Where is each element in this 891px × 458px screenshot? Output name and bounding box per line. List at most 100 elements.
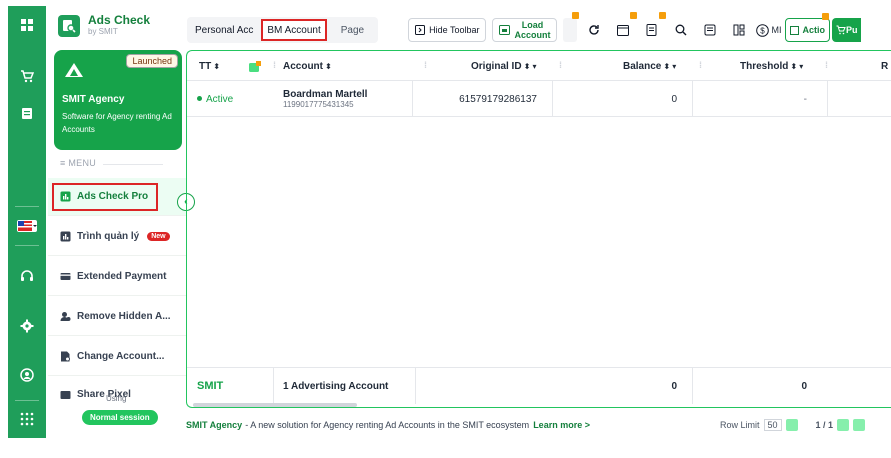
column-grip-icon[interactable]: ⁞ (559, 60, 565, 72)
cell-divider (273, 368, 274, 404)
notes-icon (704, 24, 716, 36)
cell-divider (827, 81, 828, 117)
accounts-table: TT ⬍ ⁞ Account ⬍ ⁞ Original ID ⬍ ▾ ⁞ Balanc… (186, 50, 891, 408)
table-summary-row: SMIT 1 Advertising Account 0 0 (187, 367, 891, 404)
lock-icon (630, 12, 638, 19)
column-header-tt[interactable]: TT ⬍ (199, 51, 220, 81)
row-limit-label: Row Limit (720, 420, 760, 430)
calendar-button[interactable] (611, 12, 638, 42)
launched-badge: Launched (126, 54, 178, 68)
menu-item-label: Trình quản lý (77, 231, 140, 242)
refresh-button[interactable] (582, 18, 606, 42)
locked-slot (563, 12, 580, 42)
menu-item-label: Change Account... (77, 351, 165, 362)
menu-item-extended-payment[interactable]: Extended Payment (48, 258, 186, 296)
advertising-account-count: 1 Advertising Account (283, 380, 389, 392)
svg-text:$: $ (761, 26, 766, 35)
load-account-icon (499, 25, 511, 35)
smit-logo-icon (65, 63, 83, 77)
column-header-original-id[interactable]: Original ID ⬍ ▾ (471, 51, 537, 81)
refresh-icon (589, 25, 600, 35)
status-active: Active (197, 94, 233, 105)
learn-more-link[interactable]: Learn more > (533, 420, 590, 430)
table-header: TT ⬍ ⁞ Account ⬍ ⁞ Original ID ⬍ ▾ ⁞ Balanc… (187, 51, 891, 81)
column-grip-icon[interactable]: ⁞ (699, 60, 705, 72)
column-grip-icon[interactable]: ⁞ (825, 60, 831, 72)
clipboard-icon[interactable] (8, 94, 46, 131)
prev-page-button[interactable] (837, 419, 850, 431)
currency-button[interactable]: $ MI (756, 18, 781, 42)
flag-us-icon[interactable] (8, 207, 46, 244)
apps-grid-icon[interactable] (8, 401, 46, 438)
icon-rail (8, 6, 46, 438)
selection-highlight (52, 183, 158, 211)
headset-icon[interactable] (8, 258, 46, 295)
brand-title: Ads Check (88, 13, 151, 27)
settings-gear-icon[interactable] (8, 307, 46, 344)
load-account-label-line2: Account (514, 30, 551, 40)
menu-item-remove-hidden[interactable]: Remove Hidden A... (48, 298, 186, 336)
hide-toolbar-button[interactable]: Hide Toolbar (408, 18, 487, 42)
session-using-label: Using (106, 394, 127, 403)
load-account-label-line1: Load (521, 20, 544, 30)
layout-icon (733, 24, 745, 36)
threshold-value: - (803, 93, 807, 105)
menu-item-label: Extended Payment (77, 271, 167, 282)
top-toolbar: Personal Acc BM Account Page Hide Toolba… (186, 12, 891, 46)
cart-icon[interactable] (8, 57, 46, 94)
filter-icon[interactable] (249, 51, 261, 81)
credit-card-icon (60, 273, 71, 280)
row-limit-toggle[interactable] (785, 419, 798, 431)
user-profile-icon[interactable] (8, 356, 46, 393)
cell-divider (692, 81, 693, 117)
cell-divider (692, 368, 693, 404)
column-grip-icon[interactable]: ⁞ (273, 60, 279, 72)
column-grip-icon[interactable]: ⁞ (424, 60, 430, 72)
tab-bm-account[interactable]: BM Account (261, 19, 327, 41)
column-header-threshold[interactable]: Threshold ⬍ ▾ (740, 51, 803, 81)
publish-button[interactable]: Pu (831, 18, 862, 42)
next-page-button[interactable] (853, 419, 866, 431)
lock-icon (659, 12, 667, 19)
publish-label: Pu (845, 25, 858, 35)
column-header-r[interactable]: R (881, 51, 888, 81)
smit-agency-card[interactable]: Launched SMIT Agency Software for Agency… (54, 50, 182, 150)
calendar-icon (617, 25, 630, 36)
tab-page[interactable]: Page (327, 19, 378, 41)
dashboard-icon[interactable] (8, 6, 46, 43)
table-row[interactable]: Active Boardman Martell 1199017775431345… (187, 81, 891, 117)
account-id: 1199017775431345 (283, 99, 354, 109)
remove-user-icon (60, 312, 71, 321)
menu-item-label: Remove Hidden A... (77, 311, 171, 322)
load-account-button[interactable]: Load Account (492, 18, 558, 42)
lock-icon (572, 12, 580, 19)
footer-message: - A new solution for Agency renting Ad A… (245, 420, 530, 430)
menu-item-change-account[interactable]: Change Account... (48, 338, 186, 376)
ads-check-logo-icon (58, 14, 80, 37)
currency-label: MI (771, 25, 782, 35)
layout-button[interactable] (727, 18, 751, 42)
notes-button[interactable] (698, 18, 722, 42)
new-badge: New (147, 232, 170, 241)
row-limit-select[interactable]: 50 (763, 419, 782, 431)
horizontal-scrollbar[interactable] (193, 403, 357, 407)
menu-item-trinh-quan-ly[interactable]: Trình quản lý New (48, 218, 186, 256)
tab-personal-account[interactable]: Personal Acc (187, 19, 261, 41)
smit-footer-logo: SMIT (197, 380, 224, 392)
column-header-account[interactable]: Account ⬍ (283, 51, 332, 81)
cell-divider (415, 368, 416, 404)
column-header-balance[interactable]: Balance ⬍ ▾ (623, 51, 676, 81)
search-button[interactable] (669, 18, 693, 42)
report-button[interactable] (640, 12, 667, 42)
brand-header[interactable]: Ads Check by SMIT (58, 14, 150, 37)
cell-divider (412, 81, 413, 117)
report-icon (646, 24, 657, 36)
menu-item-ads-check-pro[interactable]: Ads Check Pro (48, 178, 186, 216)
balance-total: 0 (671, 380, 677, 392)
account-type-tabs: Personal Acc BM Account Page (187, 17, 379, 43)
action-button[interactable]: Actio (785, 13, 830, 42)
page-info: 1 / 1 (815, 420, 834, 430)
footer-brand: SMIT Agency (186, 420, 243, 430)
session-badge[interactable]: Normal session (82, 410, 158, 425)
menu-divider (103, 164, 163, 165)
